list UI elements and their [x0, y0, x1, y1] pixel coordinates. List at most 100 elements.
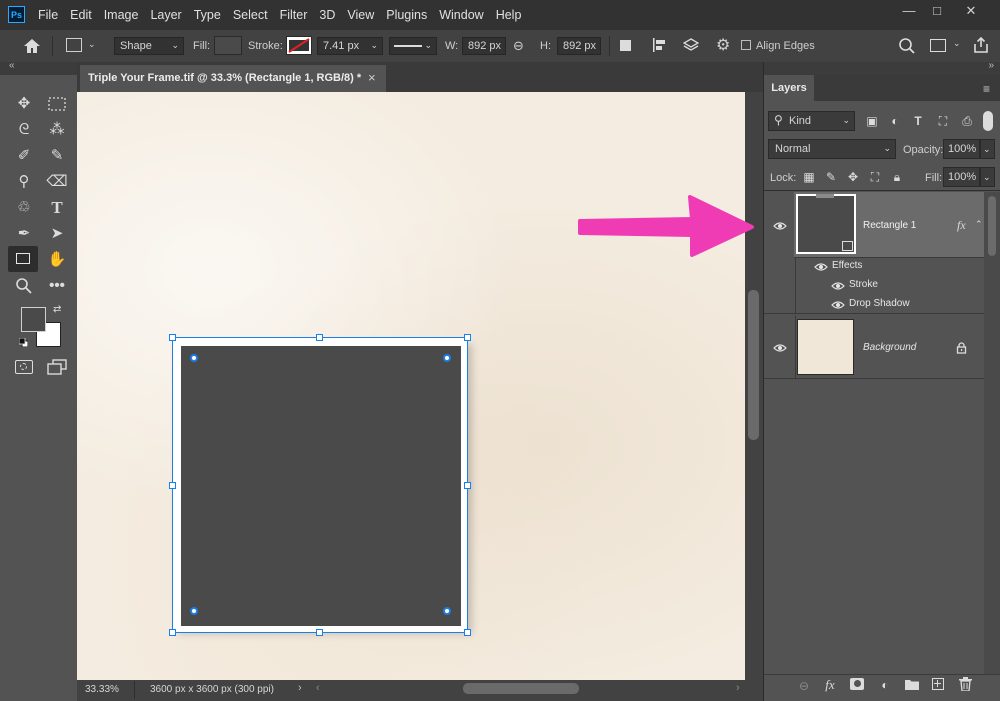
- horizontal-scroll-thumb[interactable]: [463, 683, 579, 694]
- eye-icon[interactable]: [814, 262, 828, 275]
- filter-adjustment-icon[interactable]: ◐: [887, 113, 903, 129]
- tab-layers[interactable]: Layers: [764, 75, 814, 101]
- chevron-down-icon[interactable]: ⌄: [953, 38, 961, 49]
- new-layer-icon[interactable]: [932, 678, 944, 690]
- screen-mode-icon[interactable]: [47, 359, 67, 375]
- eye-icon[interactable]: [773, 221, 787, 234]
- height-field[interactable]: 892 px: [557, 37, 601, 55]
- eraser-tool-icon[interactable]: ⌫: [45, 170, 69, 194]
- stroke-width-field[interactable]: 7.41 px ⌄: [317, 37, 383, 55]
- zoom-tool-icon[interactable]: [15, 277, 33, 295]
- effect-stroke[interactable]: Stroke: [849, 279, 878, 290]
- menu-window[interactable]: Window: [439, 8, 483, 22]
- menu-help[interactable]: Help: [496, 8, 522, 22]
- new-adjustment-layer-icon[interactable]: ◐: [877, 677, 893, 693]
- path-selection-tool-icon[interactable]: ➤: [45, 222, 69, 246]
- new-group-icon[interactable]: [905, 679, 919, 690]
- layers-scroll-thumb[interactable]: [988, 196, 996, 256]
- gear-icon[interactable]: ⚙: [716, 35, 730, 55]
- paint-bucket-tool-icon[interactable]: ♲: [12, 196, 36, 220]
- layer-name-background[interactable]: Background: [863, 342, 916, 353]
- swap-colors-icon[interactable]: ⇄: [53, 304, 61, 315]
- chevron-up-icon[interactable]: ⌃: [975, 219, 983, 230]
- path-alignment-icon[interactable]: [652, 38, 666, 52]
- layer-name-rectangle-1[interactable]: Rectangle 1: [863, 220, 916, 231]
- move-tool-icon[interactable]: ✥: [12, 92, 36, 116]
- eye-icon[interactable]: [831, 300, 845, 313]
- lock-icon[interactable]: [956, 342, 967, 354]
- eyedropper-tool-icon[interactable]: ✐: [12, 144, 36, 168]
- path-arrangement-icon[interactable]: [682, 37, 700, 53]
- default-colors-icon[interactable]: [18, 337, 29, 348]
- menu-file[interactable]: File: [38, 8, 58, 22]
- transform-handle-bottom-right[interactable]: [464, 629, 471, 636]
- effect-drop-shadow[interactable]: Drop Shadow: [849, 298, 910, 309]
- document-tab[interactable]: Triple Your Frame.tif @ 33.3% (Rectangle…: [80, 65, 386, 92]
- fill-field[interactable]: 100%: [943, 167, 980, 187]
- corner-radius-handle[interactable]: [443, 607, 451, 615]
- transform-handle-top-left[interactable]: [169, 334, 176, 341]
- menu-select[interactable]: Select: [233, 8, 268, 22]
- stamp-tool-icon[interactable]: ⚲: [12, 170, 36, 194]
- menu-type[interactable]: Type: [194, 8, 221, 22]
- lock-transparent-icon[interactable]: ▦: [801, 169, 817, 185]
- path-operations-icon[interactable]: [620, 40, 631, 51]
- add-mask-icon[interactable]: [850, 678, 864, 690]
- corner-radius-handle[interactable]: [190, 607, 198, 615]
- minimize-button[interactable]: —: [896, 2, 922, 20]
- fill-swatch[interactable]: [214, 36, 242, 55]
- filter-toggle[interactable]: [983, 111, 993, 131]
- fx-icon[interactable]: fx: [957, 218, 966, 233]
- corner-radius-handle[interactable]: [443, 354, 451, 362]
- menu-edit[interactable]: Edit: [70, 8, 92, 22]
- opacity-dropdown[interactable]: ⌄: [980, 139, 995, 159]
- transform-bounding-box[interactable]: [172, 337, 468, 633]
- chevron-down-icon[interactable]: ⌄: [88, 39, 96, 50]
- effects-label[interactable]: Effects: [832, 260, 862, 271]
- eye-icon[interactable]: [831, 281, 845, 294]
- type-tool-icon[interactable]: T: [45, 196, 69, 220]
- width-field[interactable]: 892 px: [462, 37, 506, 55]
- transform-handle-left[interactable]: [169, 482, 176, 489]
- transform-handle-right[interactable]: [464, 482, 471, 489]
- lock-artboard-icon[interactable]: ⛶: [867, 169, 883, 185]
- foreground-color-swatch[interactable]: [21, 307, 46, 332]
- filter-smart-object-icon[interactable]: ⎙: [959, 113, 975, 129]
- marquee-tool-icon[interactable]: [45, 92, 69, 116]
- workspace-icon[interactable]: [930, 39, 946, 52]
- align-edges-checkbox[interactable]: [741, 40, 751, 50]
- transform-handle-top[interactable]: [316, 334, 323, 341]
- search-icon[interactable]: [898, 37, 916, 55]
- delete-layer-icon[interactable]: [959, 677, 972, 692]
- lock-position-icon[interactable]: ✥: [845, 169, 861, 185]
- fill-dropdown[interactable]: ⌄: [980, 167, 995, 187]
- panel-menu-icon[interactable]: ≡: [983, 82, 990, 96]
- expand-icon[interactable]: »: [988, 60, 994, 71]
- eye-icon[interactable]: [773, 343, 787, 356]
- tool-mode-select[interactable]: Shape ⌄: [114, 37, 184, 55]
- menu-layer[interactable]: Layer: [150, 8, 181, 22]
- opacity-field[interactable]: 100%: [943, 139, 980, 159]
- filter-type-icon[interactable]: T: [910, 113, 926, 129]
- layer-filter-kind-select[interactable]: ⚲ Kind ⌄: [768, 111, 855, 131]
- blend-mode-select[interactable]: Normal ⌄: [768, 139, 896, 159]
- zoom-level[interactable]: 33.33%: [85, 684, 119, 695]
- rectangle-tool-preset-icon[interactable]: [66, 38, 82, 52]
- quick-mask-icon[interactable]: [15, 360, 33, 374]
- link-layers-icon[interactable]: ⊖: [796, 678, 812, 694]
- vertical-scroll-thumb[interactable]: [748, 290, 759, 440]
- hand-tool-icon[interactable]: ✋: [45, 248, 69, 272]
- chevron-right-icon[interactable]: ›: [298, 682, 302, 694]
- filter-shape-icon[interactable]: ⛶: [935, 113, 951, 129]
- add-layer-style-icon[interactable]: fx: [822, 677, 838, 693]
- lock-all-icon[interactable]: 🔒︎: [889, 169, 905, 185]
- chevron-right-icon[interactable]: ›: [736, 682, 740, 694]
- menu-image[interactable]: Image: [104, 8, 139, 22]
- menu-3d[interactable]: 3D: [319, 8, 335, 22]
- menu-plugins[interactable]: Plugins: [386, 8, 427, 22]
- chevron-left-icon[interactable]: ‹: [316, 682, 320, 694]
- collapse-icon[interactable]: «: [9, 60, 15, 71]
- brush-tool-icon[interactable]: ✎: [45, 144, 69, 168]
- share-icon[interactable]: [972, 36, 990, 54]
- lasso-tool-icon[interactable]: ᘓ: [12, 118, 36, 142]
